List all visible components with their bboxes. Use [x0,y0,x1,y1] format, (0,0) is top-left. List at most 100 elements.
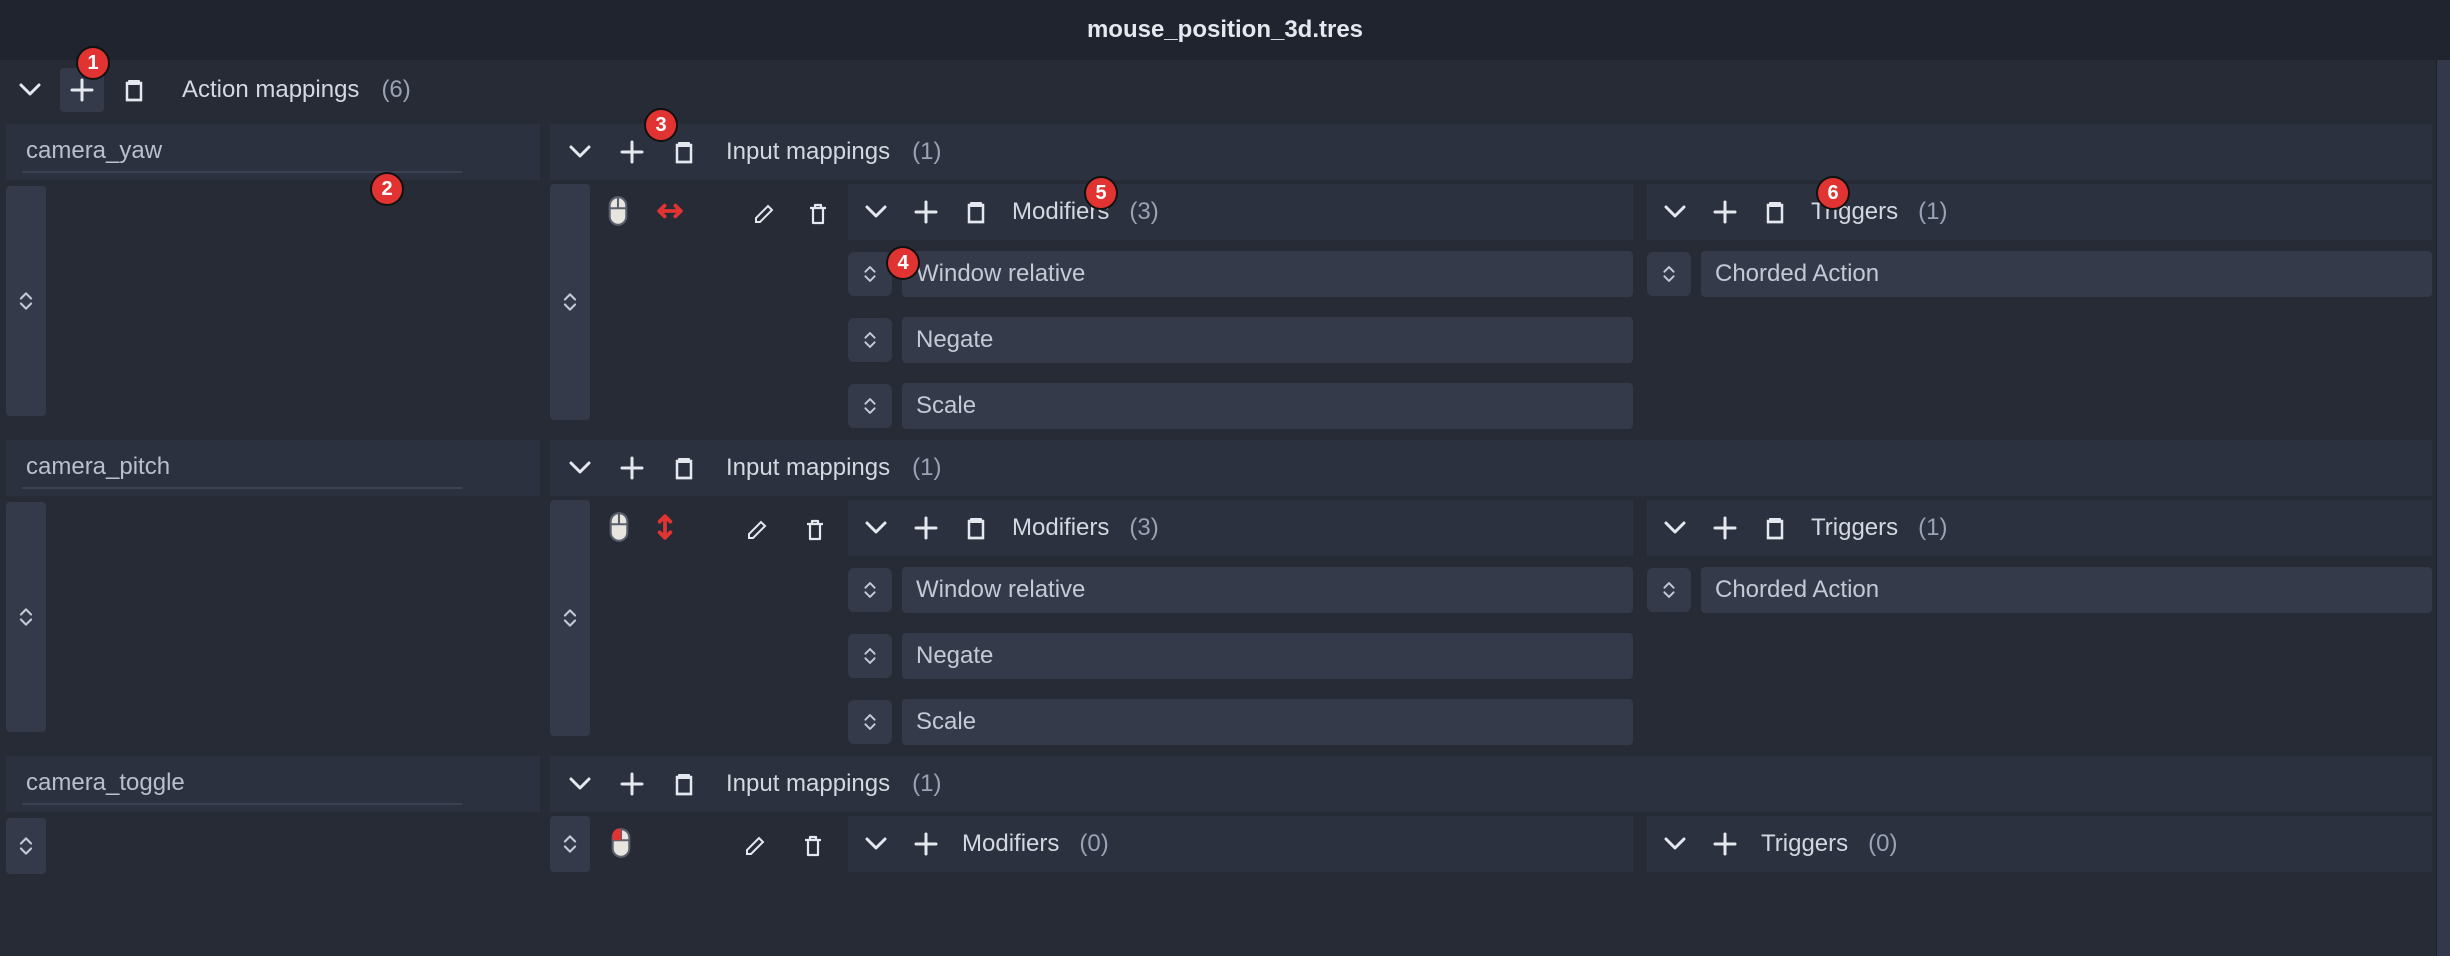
modifier-name[interactable]: Negate [902,317,1633,363]
action-block: Input mappings (1) [0,124,2450,436]
collapse-input-mappings[interactable] [558,130,602,174]
add-input-button[interactable] [610,762,654,806]
mouse-icon [601,509,637,552]
action-name-input[interactable] [22,131,462,173]
axis-vertical-icon [651,507,679,554]
delete-input-button[interactable] [798,192,838,236]
paste-trigger-button[interactable] [1753,190,1797,234]
trigger-item: Chorded Action [1647,560,2432,620]
scrollbar[interactable] [2436,60,2450,956]
action-drag-handle[interactable] [6,818,46,874]
reorder-trigger[interactable] [1647,252,1691,296]
reorder-trigger[interactable] [1647,568,1691,612]
mouse-left-icon [603,825,639,868]
input-mappings-count: (1) [912,138,941,166]
file-title: mouse_position_3d.tres [1087,16,1363,44]
add-action-button[interactable] [60,68,104,112]
paste-modifier-button[interactable] [954,506,998,550]
add-modifier-button[interactable] [904,822,948,866]
collapse-input-mappings[interactable] [558,446,602,490]
add-input-button[interactable] [610,130,654,174]
paste-action-button[interactable] [112,68,156,112]
delete-input-button[interactable] [791,824,835,868]
modifier-name[interactable]: Window relative [902,567,1633,613]
reorder-modifier[interactable] [848,568,892,612]
modifier-item: Negate [848,626,1633,686]
triggers-header: Triggers (1) [1647,184,2432,240]
collapse-triggers[interactable] [1653,506,1697,550]
action-block: Input mappings (1) [0,756,2450,880]
action-name-input[interactable] [22,763,462,805]
collapse-modifiers[interactable] [854,190,898,234]
modifier-item: Window relative [848,244,1633,304]
input-mappings-label: Input mappings [726,138,890,166]
collapse-input-mappings[interactable] [558,762,602,806]
action-block: Input mappings (1) [0,440,2450,752]
input-mappings-header: Input mappings (1) [550,124,2432,180]
modifier-item: Window relative [848,560,1633,620]
modifiers-label: Modifiers [962,830,1059,858]
modifiers-count: (3) [1129,198,1158,226]
trigger-item: Chorded Action [1647,244,2432,304]
action-drag-handle[interactable] [6,186,46,416]
triggers-label: Triggers [1811,198,1898,226]
input-mappings-label: Input mappings [726,454,890,482]
mouse-icon [600,193,636,236]
action-mappings-count: (6) [381,76,410,104]
paste-modifier-button[interactable] [954,190,998,234]
add-trigger-button[interactable] [1703,506,1747,550]
modifiers-header: Modifiers (3) [848,184,1633,240]
action-left [6,124,540,436]
collapse-action-mappings[interactable] [8,68,52,112]
reorder-modifier[interactable] [848,318,892,362]
add-modifier-button[interactable] [904,190,948,234]
add-trigger-button[interactable] [1703,822,1747,866]
trigger-name[interactable]: Chorded Action [1701,251,2432,297]
input-drag-handle[interactable] [550,816,590,872]
collapse-triggers[interactable] [1653,190,1697,234]
edit-input-button[interactable] [735,508,779,552]
input-mappings-count: (1) [912,454,941,482]
edit-input-button[interactable] [744,192,784,236]
paste-trigger-button[interactable] [1753,506,1797,550]
modifiers-count: (3) [1129,514,1158,542]
paste-input-button[interactable] [662,446,706,490]
paste-input-button[interactable] [662,130,706,174]
add-modifier-button[interactable] [904,506,948,550]
input-drag-handle[interactable] [550,184,590,420]
add-trigger-button[interactable] [1703,190,1747,234]
add-input-button[interactable] [610,446,654,490]
action-name-input[interactable] [22,447,462,489]
collapse-modifiers[interactable] [854,506,898,550]
action-name-header [6,124,540,180]
triggers-label: Triggers [1761,830,1848,858]
paste-input-button[interactable] [662,762,706,806]
modifier-name[interactable]: Window relative [902,251,1633,297]
input-binding-row [600,184,838,244]
trigger-name[interactable]: Chorded Action [1701,567,2432,613]
modifier-name[interactable]: Scale [902,699,1633,745]
modifier-name[interactable]: Scale [902,383,1633,429]
reorder-modifier[interactable] [848,700,892,744]
action-drag-handle[interactable] [6,502,46,732]
input-mappings-label: Input mappings [726,770,890,798]
reorder-modifier[interactable] [848,252,892,296]
modifier-item: Scale [848,692,1633,752]
modifiers-label: Modifiers [1012,198,1109,226]
input-drag-handle[interactable] [550,500,590,736]
edit-input-button[interactable] [733,824,777,868]
title-bar: mouse_position_3d.tres [0,0,2450,60]
collapse-modifiers[interactable] [854,822,898,866]
reorder-modifier[interactable] [848,634,892,678]
modifiers-count: (0) [1079,830,1108,858]
reorder-modifier[interactable] [848,384,892,428]
delete-input-button[interactable] [793,508,837,552]
modifiers-label: Modifiers [1012,514,1109,542]
triggers-count: (1) [1918,514,1947,542]
modifier-item: Scale [848,376,1633,436]
modifier-name[interactable]: Negate [902,633,1633,679]
action-mappings-header: Action mappings (6) [0,60,2450,120]
axis-horizontal-icon [650,197,690,232]
collapse-triggers[interactable] [1653,822,1697,866]
triggers-count: (0) [1868,830,1897,858]
